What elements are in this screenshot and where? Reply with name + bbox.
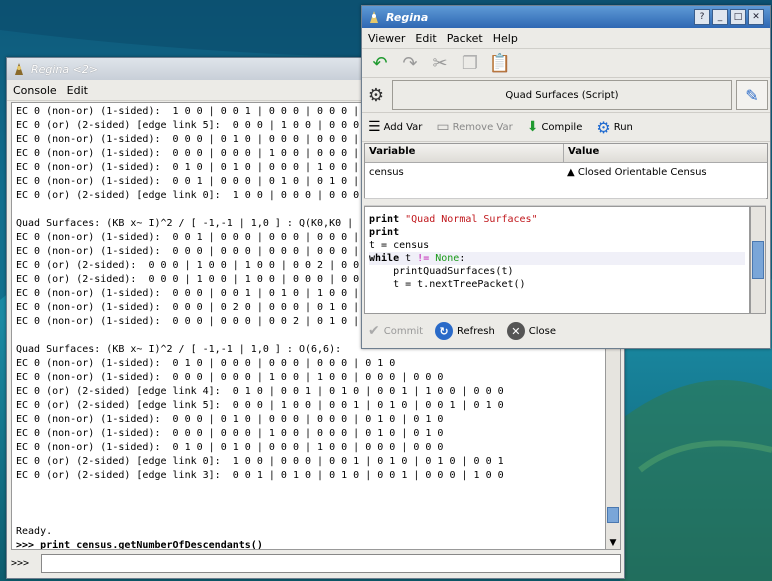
menu-viewer[interactable]: Viewer — [368, 32, 405, 45]
clip-icon: ✎ — [745, 85, 759, 105]
commit-button[interactable]: ✔ Commit — [368, 323, 423, 339]
variable-name: census — [369, 166, 404, 178]
paste-icon[interactable]: 📋 — [488, 52, 512, 74]
code-line-6: t = t.nextTreePacket() — [369, 279, 526, 290]
main-toolbar: ↶ ↷ ✂ ❐ 📋 — [362, 49, 770, 78]
console-prompt-label: >>> — [11, 557, 30, 569]
editor-scrollbar[interactable] — [750, 206, 766, 314]
console-prompt-row: >>> — [11, 553, 621, 573]
add-var-icon: ☰ — [368, 119, 381, 135]
console-line: >>> print census.getNumberOfDescendants(… — [16, 540, 263, 550]
col-variable[interactable]: Variable — [365, 144, 564, 162]
refresh-button[interactable]: ↻ Refresh — [435, 322, 495, 340]
console-line: Ready. — [16, 526, 53, 537]
remove-var-button[interactable]: ▭ Remove Var — [436, 119, 512, 135]
regina-app-icon — [15, 63, 23, 75]
run-button[interactable]: ⚙ Run — [596, 118, 633, 137]
regina-app-icon — [370, 11, 378, 23]
table-header: Variable Value — [365, 144, 767, 163]
add-var-button[interactable]: ☰ Add Var — [368, 119, 422, 135]
variable-toolbar: ☰ Add Var ▭ Remove Var ⬇ Compile ⚙ Run — [362, 113, 770, 142]
packet-title: Quad Surfaces (Script) — [392, 80, 732, 110]
undo-icon[interactable]: ↶ — [368, 52, 392, 74]
console-line: EC 0 (or) (2-sided) [edge link 3]: 0 0 1… — [16, 470, 504, 481]
copy-icon[interactable]: ❐ — [458, 52, 482, 74]
main-menubar: Viewer Edit Packet Help — [362, 28, 770, 49]
dock-button[interactable]: ✎ — [736, 80, 768, 110]
console-line: EC 0 (non-or) (1-sided): 0 1 0 | 0 0 0 |… — [16, 358, 396, 369]
console-line: EC 0 (non-or) (1-sided): 0 0 0 | 0 0 0 |… — [16, 372, 444, 383]
menu-help[interactable]: Help — [493, 32, 518, 45]
console-line: EC 0 (non-or) (1-sided): 0 0 0 | 0 1 0 |… — [16, 414, 444, 425]
code-line-3: t = census — [369, 240, 430, 251]
console-line: EC 0 (non-or) (1-sided): 0 0 0 | 0 0 0 |… — [16, 428, 444, 439]
console-line: EC 0 (or) (2-sided) [edge link 5]: 0 0 0… — [16, 400, 504, 411]
bottom-button-bar: ✔ Commit ↻ Refresh ✕ Close — [362, 317, 772, 345]
variable-value[interactable]: ▲ Closed Orientable Census — [563, 167, 767, 178]
scroll-down-icon[interactable]: ▼ — [606, 537, 620, 549]
console-line: EC 0 (non-or) (1-sided): 0 1 0 | 0 1 0 |… — [16, 442, 444, 453]
close-circle-icon: ✕ — [506, 322, 525, 340]
close-button[interactable]: ✕ Close — [506, 322, 556, 340]
menu-edit[interactable]: Edit — [67, 84, 88, 97]
main-titlebar[interactable]: Regina ? _ □ ✕ — [362, 6, 770, 28]
help-icon[interactable]: ? — [694, 9, 710, 25]
code-line-4: while t != None: — [369, 252, 745, 265]
editor-scroll-thumb[interactable] — [752, 241, 764, 279]
regina-main-window: Regina ? _ □ ✕ Viewer Edit Packet Help ↶… — [361, 5, 771, 349]
redo-icon[interactable]: ↷ — [398, 52, 422, 74]
checkmark-icon: ✔ — [368, 323, 380, 339]
console-input[interactable] — [41, 553, 621, 573]
code-line-5: printQuadSurfaces(t) — [369, 266, 514, 277]
close-icon[interactable]: ✕ — [748, 9, 764, 25]
gear-icon: ⚙ — [367, 84, 385, 106]
console-line: EC 0 (or) (2-sided) [edge link 4]: 0 1 0… — [16, 386, 504, 397]
console-scroll-thumb[interactable] — [607, 507, 619, 523]
refresh-icon: ↻ — [435, 322, 454, 340]
run-gear-icon: ⚙ — [596, 117, 611, 137]
variable-table: Variable Value census ▲ Closed Orientabl… — [364, 143, 768, 199]
main-title: Regina — [386, 10, 429, 24]
code-line-1: print "Quad Normal Surfaces" — [369, 214, 538, 225]
census-icon: ▲ — [567, 166, 575, 178]
remove-var-icon: ▭ — [436, 119, 450, 135]
maximize-icon[interactable]: □ — [730, 9, 746, 25]
compile-icon: ⬇ — [526, 119, 539, 135]
packet-header: ⚙ Quad Surfaces (Script) ✎ — [362, 78, 770, 113]
compile-button[interactable]: ⬇ Compile — [527, 119, 583, 135]
cut-icon[interactable]: ✂ — [428, 52, 452, 74]
console-title: Regina <2> — [31, 62, 99, 76]
console-line: EC 0 (or) (2-sided) [edge link 0]: 1 0 0… — [16, 456, 504, 467]
table-row[interactable]: census ▲ Closed Orientable Census — [365, 163, 767, 181]
code-line-2: print — [369, 227, 400, 238]
minimize-icon[interactable]: _ — [712, 9, 728, 25]
menu-console[interactable]: Console — [13, 84, 57, 97]
menu-edit[interactable]: Edit — [415, 32, 436, 45]
col-value[interactable]: Value — [564, 144, 767, 162]
pane-splitter[interactable] — [364, 198, 766, 206]
script-editor[interactable]: print "Quad Normal Surfaces" print t = c… — [364, 206, 750, 314]
menu-packet[interactable]: Packet — [447, 32, 483, 45]
